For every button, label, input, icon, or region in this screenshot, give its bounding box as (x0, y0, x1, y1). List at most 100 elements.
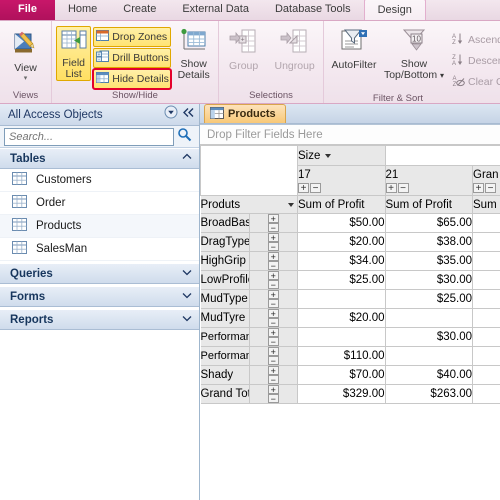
view-button[interactable]: View ▾ (4, 26, 47, 82)
collapse-minus[interactable]: − (267, 318, 279, 328)
group-button[interactable]: + Group (223, 26, 264, 72)
drill-buttons-button[interactable]: + - Drill Buttons (93, 48, 172, 68)
sort-ascending-button[interactable]: A Z Ascendin (448, 30, 500, 50)
table-row[interactable]: Shady + − $70.00 $40.00 (200, 365, 500, 385)
table-row[interactable]: BroadBase +− $50.00 $65.00 (200, 213, 500, 233)
expand-plus[interactable]: + (267, 309, 279, 319)
collapse-minus[interactable]: − (267, 356, 279, 366)
measure-header-17: Sum of Profit (297, 195, 386, 214)
collapse-minus[interactable]: − (267, 394, 279, 404)
show-top-bottom-button[interactable]: 10 Show Top/Bottom ▾ (383, 26, 445, 81)
expand-plus[interactable]: + (267, 214, 279, 224)
table-row[interactable]: MudType + − $25.00 (200, 289, 500, 309)
row-expand-collapse[interactable]: + − (248, 327, 298, 347)
row-expand-collapse[interactable]: + − (248, 213, 298, 233)
collapse-minus[interactable]: − (485, 182, 496, 193)
nav-item-products[interactable]: Products (0, 215, 199, 238)
nav-group-reports[interactable]: Reports (0, 309, 199, 330)
hide-details-button[interactable]: Hide Details (92, 68, 173, 90)
column-field-size[interactable]: Size (297, 145, 386, 166)
chevron-down-icon[interactable] (181, 266, 193, 281)
column-grand-total-expand-collapse[interactable]: + − (473, 182, 496, 193)
chevron-up-icon[interactable] (181, 151, 193, 166)
expand-plus[interactable]: + (298, 182, 309, 193)
row-field-produts[interactable]: Produts (200, 195, 298, 214)
table-row[interactable]: MudTyre + − $20.00 (200, 308, 500, 328)
expand-plus[interactable]: + (267, 328, 279, 338)
view-design-icon (11, 28, 41, 63)
table-row[interactable]: PerformanceType +− $110.00 (200, 346, 500, 366)
row-expand-collapse[interactable]: + − (248, 270, 298, 290)
row-expand-collapse[interactable]: + − (248, 251, 298, 271)
clear-custom-filter-button[interactable]: A Z Clear Cu (448, 72, 500, 92)
tab-design[interactable]: Design (363, 0, 426, 20)
expand-plus[interactable]: + (267, 385, 279, 395)
table-row-grand-total[interactable]: Grand Total +− $329.00 $263.00 (200, 384, 500, 404)
tab-database-tools[interactable]: Database Tools (262, 0, 364, 20)
collapse-minus[interactable]: − (267, 261, 279, 271)
nav-item-salesman[interactable]: SalesMan (0, 238, 199, 261)
drop-zones-button[interactable]: Drop Zones (93, 27, 172, 47)
drop-filter-fields-area[interactable]: Drop Filter Fields Here (200, 125, 500, 145)
search-icon[interactable] (177, 127, 192, 147)
column-header-21[interactable]: 21 + − (384, 165, 473, 196)
table-icon (12, 195, 27, 211)
nav-group-tables[interactable]: Tables (0, 148, 199, 169)
dropdown-caret-icon[interactable] (325, 153, 332, 158)
table-row[interactable]: DragType + − $20.00 $38.00 (200, 232, 500, 252)
table-row[interactable]: LowProfile + − $25.00 $30.00 (200, 270, 500, 290)
table-row[interactable]: Performance tyre +− $30.00 (200, 327, 500, 347)
field-list-button[interactable]: Field List (56, 26, 92, 81)
expand-plus[interactable]: + (267, 347, 279, 357)
expand-plus[interactable]: + (267, 366, 279, 376)
row-expand-collapse[interactable]: + − (248, 365, 298, 385)
row-expand-collapse[interactable]: + − (248, 232, 298, 252)
show-details-button[interactable]: Show Details (173, 26, 214, 81)
table-row[interactable]: HighGrip + − $34.00 $35.00 (200, 251, 500, 271)
document-tab-products[interactable]: Products (204, 104, 286, 123)
expand-plus[interactable]: + (267, 233, 279, 243)
document-tabbar: Products (200, 104, 500, 124)
collapse-minus[interactable]: − (267, 375, 279, 385)
collapse-minus[interactable]: − (267, 299, 279, 309)
chevron-down-icon[interactable] (181, 289, 193, 304)
column-17-expand-collapse[interactable]: + − (298, 182, 321, 193)
sort-descending-button[interactable]: Z A Descend (448, 51, 500, 71)
expand-plus[interactable]: + (267, 271, 279, 281)
show-top-bottom-arrow[interactable]: ▾ (440, 71, 444, 80)
dropdown-caret-icon[interactable] (288, 202, 294, 207)
dropdown-circle-icon[interactable] (164, 105, 178, 124)
row-expand-collapse[interactable]: + − (248, 308, 298, 328)
nav-item-order[interactable]: Order (0, 192, 199, 215)
collapse-minus[interactable]: − (267, 223, 279, 233)
view-dropdown-arrow[interactable]: ▾ (24, 75, 28, 82)
column-header-17[interactable]: 17 + − (297, 165, 386, 196)
column-21-expand-collapse[interactable]: + − (385, 182, 409, 193)
collapse-minus[interactable]: − (267, 242, 279, 252)
collapse-minus[interactable]: − (397, 182, 409, 193)
collapse-minus[interactable]: − (267, 280, 279, 290)
chevron-down-icon[interactable] (181, 312, 193, 327)
row-expand-collapse[interactable]: + − (248, 346, 298, 366)
search-input[interactable] (4, 127, 174, 146)
expand-plus[interactable]: + (267, 252, 279, 262)
row-expand-collapse[interactable]: + − (248, 289, 298, 309)
expand-plus[interactable]: + (267, 290, 279, 300)
expand-plus[interactable]: + (385, 182, 397, 193)
nav-group-queries[interactable]: Queries (0, 263, 199, 284)
nav-group-forms[interactable]: Forms (0, 286, 199, 307)
tab-home[interactable]: Home (55, 0, 110, 20)
expand-plus[interactable]: + (473, 182, 484, 193)
collapse-minus[interactable]: − (310, 182, 321, 193)
row-expand-collapse[interactable]: + − (248, 384, 298, 404)
collapse-minus[interactable]: − (267, 337, 279, 347)
tab-create[interactable]: Create (110, 0, 169, 20)
column-header-grand-total[interactable]: Gran + − (472, 165, 500, 196)
autofilter-button[interactable]: AutoFilter (328, 26, 380, 71)
tab-file[interactable]: File (0, 0, 55, 20)
double-chevron-left-icon[interactable] (182, 106, 195, 124)
ungroup-button[interactable]: Ungroup (270, 26, 319, 72)
nav-item-customers[interactable]: Customers (0, 169, 199, 192)
navigation-pane-header[interactable]: All Access Objects (0, 104, 199, 126)
tab-external-data[interactable]: External Data (169, 0, 262, 20)
